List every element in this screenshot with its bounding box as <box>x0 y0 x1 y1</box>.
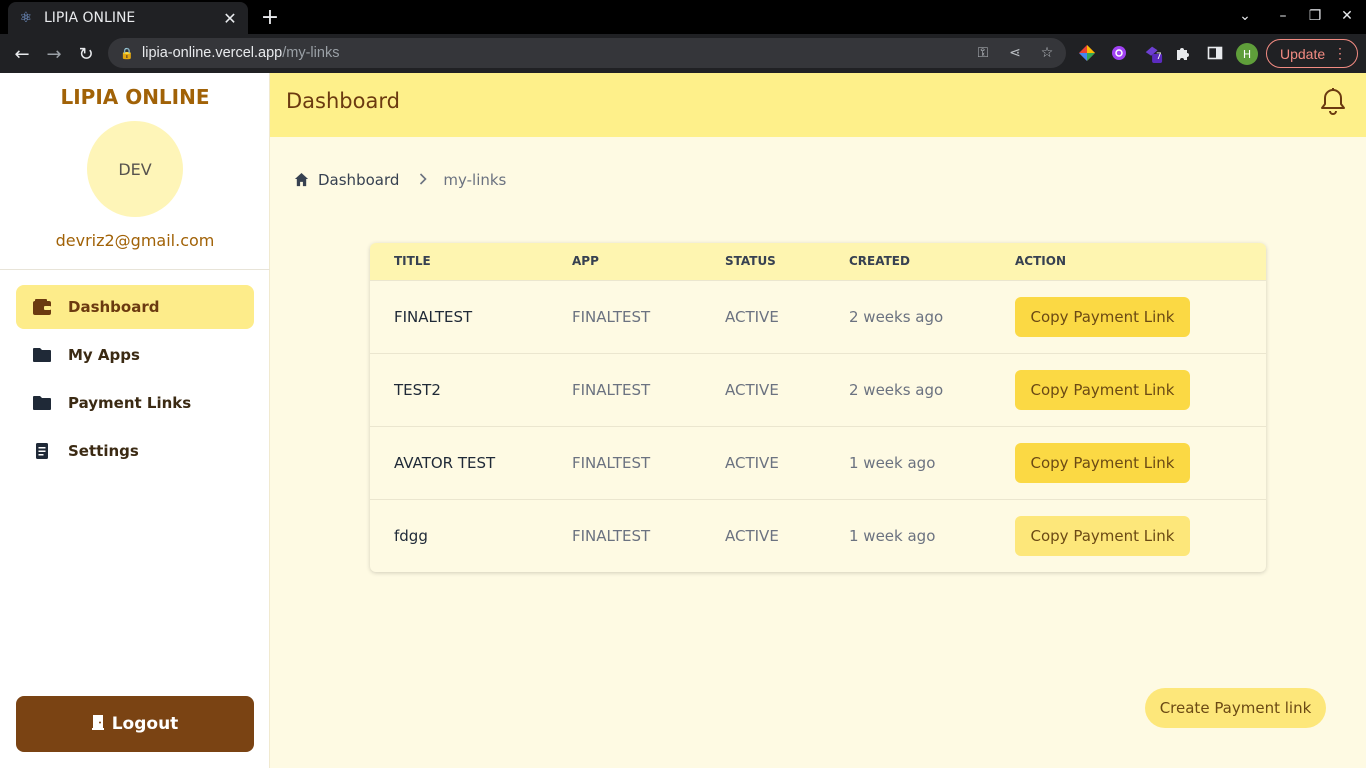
door-icon <box>91 714 104 734</box>
badge-extension-icon[interactable]: 7 <box>1143 43 1163 63</box>
more-menu-icon[interactable]: ⋮ <box>1333 45 1347 62</box>
row-created: 2 weeks ago <box>849 381 944 399</box>
extension-badge-count: 7 <box>1156 52 1162 62</box>
url-path: /my-links <box>282 45 340 61</box>
puzzle-extensions-icon[interactable] <box>1173 43 1193 63</box>
folder-icon <box>32 345 52 365</box>
profile-avatar[interactable]: H <box>1236 43 1258 65</box>
column-header-title: TITLE <box>394 254 431 268</box>
browser-update-button[interactable]: Update ⋮ <box>1266 39 1358 68</box>
avatar-text: DEV <box>118 159 152 179</box>
browser-tab[interactable]: ⚛ LIPIA ONLINE ✕ <box>8 2 248 34</box>
close-window-icon[interactable]: ✕ <box>1337 6 1357 26</box>
row-status: ACTIVE <box>725 381 779 399</box>
logout-label: Logout <box>111 714 179 734</box>
logout-button[interactable]: Logout <box>16 696 254 752</box>
table-row: TEST2 FINALTEST ACTIVE 2 weeks ago Copy … <box>370 353 1266 426</box>
sidebar-item-dashboard[interactable]: Dashboard <box>16 285 254 329</box>
row-title: fdgg <box>394 527 428 545</box>
column-header-created: CREATED <box>849 254 910 268</box>
react-favicon-icon: ⚛ <box>19 10 33 26</box>
breadcrumb-current: my-links <box>443 171 507 189</box>
row-app: FINALTEST <box>572 454 651 472</box>
home-icon[interactable] <box>294 172 310 188</box>
sidebar-item-label: My Apps <box>68 346 140 364</box>
row-app: FINALTEST <box>572 381 651 399</box>
sidebar-item-my-apps[interactable]: My Apps <box>16 333 254 377</box>
tab-search-icon[interactable]: ⌄ <box>1235 6 1255 26</box>
tab-title: LIPIA ONLINE <box>44 10 136 26</box>
folder-icon <box>32 393 52 413</box>
table-header: TITLE APP STATUS CREATED ACTION <box>370 243 1266 280</box>
back-icon[interactable]: ← <box>10 42 34 66</box>
lock-icon: 🔒 <box>120 47 134 60</box>
main-content: Dashboard Dashboard my-links TITLE APP S… <box>270 73 1366 768</box>
browser-toolbar: ← → ↻ 🔒 lipia-online.vercel.app/my-links… <box>0 34 1366 73</box>
sidebar-divider <box>0 269 270 270</box>
sidebar-item-settings[interactable]: Settings <box>16 429 254 473</box>
row-created: 1 week ago <box>849 454 936 472</box>
sidebar: LIPIA ONLINE DEV devriz2@gmail.com Dashb… <box>0 73 270 768</box>
row-created: 2 weeks ago <box>849 308 944 326</box>
close-tab-icon[interactable]: ✕ <box>222 9 238 28</box>
side-panel-icon[interactable] <box>1205 43 1225 63</box>
sidebar-item-payment-links[interactable]: Payment Links <box>16 381 254 425</box>
browser-tabbar: ⚛ LIPIA ONLINE ✕ + ⌄ – ❐ ✕ <box>0 0 1366 34</box>
row-created: 1 week ago <box>849 527 936 545</box>
reload-icon[interactable]: ↻ <box>74 42 98 66</box>
row-app: FINALTEST <box>572 308 651 326</box>
url-host: lipia-online.vercel.app <box>142 45 283 61</box>
user-avatar: DEV <box>87 121 183 217</box>
notification-bell-icon[interactable] <box>1320 87 1348 117</box>
breadcrumb: Dashboard my-links <box>294 171 506 189</box>
brand-title: LIPIA ONLINE <box>60 85 210 109</box>
key-icon[interactable]: ⚿ <box>974 44 992 62</box>
row-title: AVATOR TEST <box>394 454 496 472</box>
row-app: FINALTEST <box>572 527 651 545</box>
sidebar-item-label: Dashboard <box>68 298 160 316</box>
minimize-icon[interactable]: – <box>1273 6 1293 26</box>
page-title: Dashboard <box>286 89 400 113</box>
row-title: FINALTEST <box>394 308 473 326</box>
sidebar-item-label: Payment Links <box>68 394 192 412</box>
user-email: devriz2@gmail.com <box>55 231 215 250</box>
wallet-icon <box>32 297 52 317</box>
copy-payment-link-button[interactable]: Copy Payment Link <box>1015 370 1190 410</box>
copy-payment-link-button[interactable]: Copy Payment Link <box>1015 516 1190 556</box>
forward-icon[interactable]: → <box>42 42 66 66</box>
new-tab-button[interactable]: + <box>258 4 282 30</box>
page-header: Dashboard <box>270 73 1366 137</box>
purple-extension-icon[interactable] <box>1109 43 1129 63</box>
address-bar[interactable]: 🔒 lipia-online.vercel.app/my-links <box>108 38 1066 68</box>
column-header-action: ACTION <box>1015 254 1066 268</box>
copy-payment-link-button[interactable]: Copy Payment Link <box>1015 297 1190 337</box>
breadcrumb-home-link[interactable]: Dashboard <box>318 171 399 189</box>
sidebar-item-label: Settings <box>68 442 139 460</box>
row-status: ACTIVE <box>725 527 779 545</box>
colorful-extension-icon[interactable] <box>1077 43 1097 63</box>
copy-payment-link-button[interactable]: Copy Payment Link <box>1015 443 1190 483</box>
create-payment-link-button[interactable]: Create Payment link <box>1145 688 1326 728</box>
row-status: ACTIVE <box>725 454 779 472</box>
restore-icon[interactable]: ❐ <box>1305 6 1325 26</box>
table-row: FINALTEST FINALTEST ACTIVE 2 weeks ago C… <box>370 280 1266 353</box>
table-row: AVATOR TEST FINALTEST ACTIVE 1 week ago … <box>370 426 1266 499</box>
share-icon[interactable]: ⋖ <box>1006 44 1024 62</box>
chevron-right-icon <box>419 171 428 189</box>
row-title: TEST2 <box>394 381 441 399</box>
update-label: Update <box>1280 45 1326 62</box>
document-icon <box>32 441 52 461</box>
row-status: ACTIVE <box>725 308 779 326</box>
bookmark-star-icon[interactable]: ☆ <box>1038 44 1056 62</box>
column-header-status: STATUS <box>725 254 776 268</box>
table-row: fdgg FINALTEST ACTIVE 1 week ago Copy Pa… <box>370 499 1266 572</box>
column-header-app: APP <box>572 254 599 268</box>
payment-links-table: TITLE APP STATUS CREATED ACTION FINALTES… <box>370 243 1266 572</box>
